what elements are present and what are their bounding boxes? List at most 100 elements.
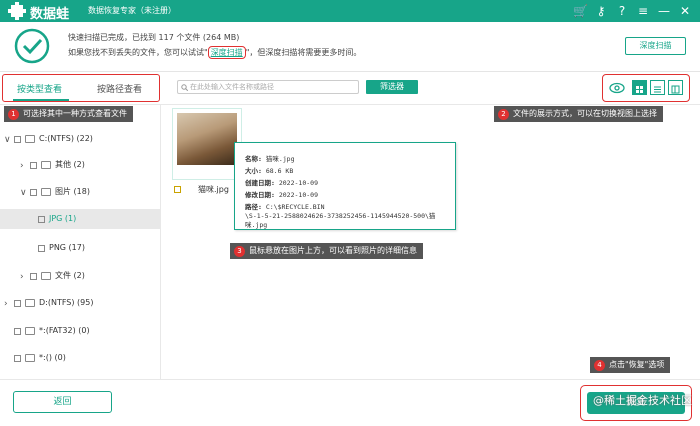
chevron-right-icon[interactable]: › [20, 267, 28, 287]
tree-label: PNG (17) [49, 243, 85, 252]
tree-item-jpg[interactable]: JPG (1) [0, 209, 160, 229]
chevron-down-icon[interactable]: ∨ [20, 183, 28, 203]
info-modified-row: 修改日期: 2022-10-09 [245, 189, 318, 199]
callout-3: 3 鼠标悬放在图片上方，可以看到照片的详细信息 [230, 243, 423, 259]
detail-view-button[interactable] [668, 80, 683, 95]
cart-icon[interactable]: 🛒 [573, 3, 588, 19]
app-name: 数据蛙 [30, 7, 70, 22]
tree-label: C:(NTFS) (22) [39, 134, 93, 143]
info-name-row: 名称: 猫咪.jpg [245, 153, 295, 163]
menu-icon[interactable]: ≡ [636, 3, 650, 19]
close-icon[interactable]: ✕ [678, 3, 692, 19]
file-info-tooltip: 名称: 猫咪.jpg 大小: 68.6 KB 创建日期: 2022-10-09 … [234, 142, 456, 230]
app-subtitle: 数据恢复专家（未注册） [88, 6, 176, 15]
callout-text: 点击"恢复"选项 [609, 360, 665, 369]
list-view-button[interactable] [650, 80, 665, 95]
checkbox[interactable] [38, 215, 45, 223]
tab-by-type[interactable]: 按类型查看 [17, 82, 62, 95]
checkbox[interactable] [30, 272, 37, 280]
tree-label: *:() (0) [39, 353, 66, 362]
checkbox[interactable] [30, 188, 37, 196]
key-icon[interactable]: ⚷ [594, 3, 608, 19]
search-icon [181, 84, 188, 91]
list-icon [654, 86, 661, 93]
callout-2: 2 文件的展示方式，可以在切换视图上选择 [494, 106, 663, 122]
chevron-right-icon[interactable]: › [20, 156, 28, 176]
info-size-row: 大小: 68.6 KB [245, 165, 293, 175]
file-checkbox[interactable] [174, 186, 181, 193]
info-key: 创建日期: [245, 179, 275, 187]
callout-text: 鼠标悬放在图片上方，可以看到照片的详细信息 [249, 246, 417, 255]
frog-logo-icon [8, 2, 26, 20]
info-path-line3: 咪.jpg [245, 221, 268, 229]
deep-scan-button[interactable]: 深度扫描 [625, 37, 686, 55]
checkbox[interactable] [14, 327, 21, 335]
tree-item-images[interactable]: ∨ 图片 (18) [20, 182, 160, 202]
file-name: 猫咪.jpg [198, 185, 229, 194]
detail-view-icon [671, 85, 680, 94]
info-created-row: 创建日期: 2022-10-09 [245, 177, 318, 187]
info-key: 大小: [245, 167, 262, 175]
tree-item-unknown[interactable]: *:() (0) [12, 348, 160, 368]
info-value: 2022-10-09 [278, 179, 318, 187]
grid-view-button[interactable] [632, 80, 647, 95]
tree-item-documents[interactable]: › 文件 (2) [20, 266, 160, 286]
file-thumbnail[interactable] [172, 108, 242, 180]
checkbox[interactable] [14, 299, 21, 307]
checkbox[interactable] [14, 354, 21, 362]
callout-number: 4 [594, 359, 605, 371]
tree-label: D:(NTFS) (95) [39, 298, 94, 307]
minimize-icon[interactable]: — [657, 3, 671, 19]
callout-1: 1 可选择其中一种方式查看文件 [4, 106, 133, 122]
drive-icon [25, 299, 35, 307]
tree-label: 图片 (18) [55, 187, 90, 196]
watermark-text: @稀土掘金技术社区 [593, 394, 692, 407]
chevron-right-icon[interactable]: › [4, 294, 12, 314]
deep-scan-hint: 如果您找不到丢失的文件，您可以试试" 深度扫描 "，但深度扫描将需要更多时间。 [68, 46, 361, 59]
check-circle-icon [14, 28, 50, 64]
callout-number: 1 [8, 108, 19, 120]
callout-text: 可选择其中一种方式查看文件 [23, 109, 127, 118]
scan-result-text: 快速扫描已完成，已找到 117 个文件 (264 MB) [68, 33, 240, 42]
tree-item-c-drive[interactable]: ∨ C:(NTFS) (22) [4, 129, 160, 149]
view-switcher [602, 74, 690, 102]
scan-summary: 快速扫描已完成，已找到 117 个文件 (264 MB) 如果您找不到丢失的文件… [0, 22, 700, 72]
search-input[interactable]: 在此处输入文件名称或路径 [177, 80, 359, 94]
tree-label: 其他 (2) [55, 160, 85, 169]
info-key: 名称: [245, 155, 262, 163]
deep-scan-link[interactable]: 深度扫描 [207, 46, 246, 59]
callout-4: 4 点击"恢复"选项 [590, 357, 671, 373]
back-button[interactable]: 返回 [13, 391, 112, 413]
file-tree-sidebar: ∨ C:(NTFS) (22) › 其他 (2) ∨ 图片 (18) JPG (1) … [0, 105, 161, 379]
tree-item-png[interactable]: PNG (17) [36, 238, 160, 258]
hint-suffix: "，但深度扫描将需要更多时间。 [245, 48, 362, 57]
checkbox[interactable] [14, 135, 21, 143]
info-value: 猫咪.jpg [265, 155, 295, 163]
active-tab-indicator [13, 99, 69, 101]
checkbox[interactable] [30, 161, 37, 169]
tree-label: 文件 (2) [55, 271, 85, 280]
tab-by-path[interactable]: 按路径查看 [97, 82, 142, 95]
view-mode-tabs: 按类型查看 按路径查看 [2, 74, 160, 102]
tree-item-d-drive[interactable]: › D:(NTFS) (95) [4, 293, 160, 313]
folder-icon [41, 161, 51, 169]
help-icon[interactable]: ? [615, 3, 629, 19]
checkbox[interactable] [38, 244, 45, 252]
hint-prefix: 如果您找不到丢失的文件，您可以试试" [68, 48, 208, 57]
info-value: 68.6 KB [265, 167, 294, 175]
drive-icon [25, 327, 35, 335]
filter-button[interactable]: 筛选器 [366, 80, 418, 94]
tree-label: JPG (1) [49, 214, 77, 223]
tree-label: *:(FAT32) (0) [39, 326, 90, 335]
info-value: 2022-10-09 [278, 191, 318, 199]
tree-item-other[interactable]: › 其他 (2) [20, 155, 160, 175]
callout-text: 文件的展示方式，可以在切换视图上选择 [513, 109, 657, 118]
document-icon [41, 272, 51, 280]
drive-icon [25, 135, 35, 143]
eye-icon[interactable] [609, 82, 625, 94]
drive-icon [25, 354, 35, 362]
chevron-down-icon[interactable]: ∨ [4, 130, 12, 150]
cat-photo-image [177, 113, 237, 165]
tree-item-fat32[interactable]: *:(FAT32) (0) [12, 321, 160, 341]
info-key: 修改日期: [245, 191, 275, 199]
